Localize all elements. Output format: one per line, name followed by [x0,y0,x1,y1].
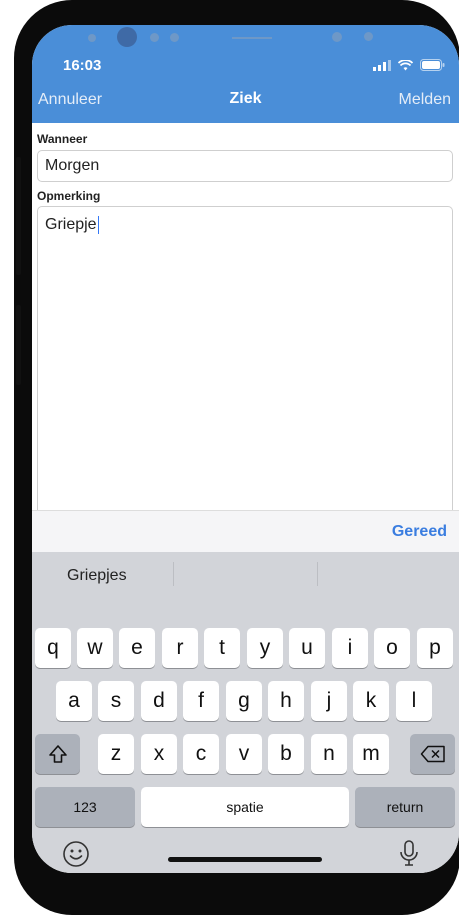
key-n[interactable]: n [311,734,347,774]
emoji-icon [63,841,89,867]
key-k[interactable]: k [353,681,389,721]
backspace-icon [420,745,445,763]
remark-value: Griepje [45,216,97,234]
front-camera [117,27,137,47]
done-button[interactable]: Gereed [392,523,447,541]
key-j[interactable]: j [311,681,347,721]
keyboard-toolbar: Gereed [32,510,459,553]
key-w[interactable]: w [77,628,113,668]
navigation-bar: Annuleer Ziek Melden [32,75,459,123]
sensor-dot [332,32,342,42]
app-screen: 16:03 Annuleer Ziek Melden Wanneer Morge… [32,25,459,873]
sensor-dot [364,32,373,41]
numbers-key[interactable]: 123 [35,787,135,827]
key-t[interactable]: t [204,628,240,668]
key-z[interactable]: z [98,734,134,774]
key-i[interactable]: i [332,628,368,668]
submit-button[interactable]: Melden [399,91,451,109]
signal-icon [373,59,391,71]
key-r[interactable]: r [162,628,198,668]
when-label: Wanneer [37,132,88,146]
text-cursor [97,216,99,234]
sick-report-form: Wanneer Morgen Opmerking Griepje [32,123,459,511]
sensor-dot [88,34,96,42]
when-field[interactable]: Morgen [37,150,453,182]
battery-icon [420,59,445,71]
shift-key[interactable] [35,734,80,774]
key-g[interactable]: g [226,681,262,721]
status-time: 16:03 [63,57,102,74]
key-x[interactable]: x [141,734,177,774]
keyboard: Griepjes q w e r t y u i o p a s d f g h… [32,552,459,873]
backspace-key[interactable] [410,734,455,774]
home-indicator[interactable] [168,857,322,862]
status-bar: 16:03 [32,55,459,75]
key-a[interactable]: a [56,681,92,721]
space-key[interactable]: spatie [141,787,349,827]
emoji-button[interactable] [62,840,94,872]
key-y[interactable]: y [247,628,283,668]
microphone-icon [400,840,418,866]
sensor-dot [170,33,179,42]
dictation-button[interactable] [398,840,426,872]
key-o[interactable]: o [374,628,410,668]
remark-label: Opmerking [37,189,101,203]
sensor-dot [150,33,159,42]
key-f[interactable]: f [183,681,219,721]
volume-up-button [16,157,21,275]
suggestion-divider [173,562,174,586]
key-l[interactable]: l [396,681,432,721]
remark-text-content: Griepje [45,216,99,234]
volume-down-button [16,305,21,385]
key-q[interactable]: q [35,628,71,668]
wifi-icon [398,59,413,70]
key-b[interactable]: b [268,734,304,774]
suggestion-item[interactable]: Griepjes [67,567,127,585]
status-icons [373,59,445,71]
return-key[interactable]: return [355,787,455,827]
suggestion-divider [317,562,318,586]
key-v[interactable]: v [226,734,262,774]
suggestion-bar: Griepjes [32,552,459,598]
key-p[interactable]: p [417,628,453,668]
speaker-grille [232,37,272,39]
key-u[interactable]: u [289,628,325,668]
remark-textarea[interactable]: Griepje [37,206,453,511]
key-e[interactable]: e [119,628,155,668]
key-c[interactable]: c [183,734,219,774]
shift-icon [48,745,67,763]
key-h[interactable]: h [268,681,304,721]
when-value: Morgen [45,157,100,174]
page-title: Ziek [229,90,262,107]
key-m[interactable]: m [353,734,389,774]
key-s[interactable]: s [98,681,134,721]
notch-area [32,25,459,55]
key-d[interactable]: d [141,681,177,721]
